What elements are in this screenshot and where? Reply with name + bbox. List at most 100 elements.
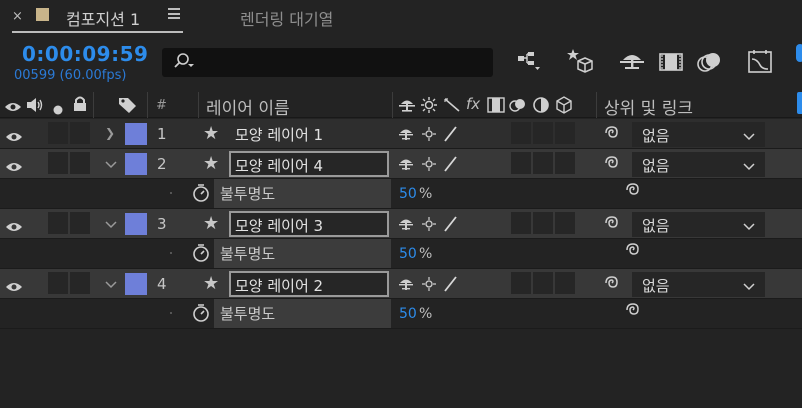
label-color-swatch[interactable] (125, 153, 147, 175)
switch-box[interactable] (533, 122, 553, 144)
motion-blur-icon[interactable] (694, 47, 724, 77)
pickwhip-icon[interactable] (603, 154, 621, 176)
star-icon: ★ (203, 153, 220, 174)
tab-render-queue[interactable]: 렌더링 대기열 (240, 6, 333, 30)
property-row[interactable]: 불투명도 50 % (0, 299, 802, 329)
shy-icon[interactable] (617, 47, 647, 77)
stopwatch-icon[interactable] (192, 303, 210, 327)
chevron-down-icon[interactable] (105, 218, 117, 232)
property-name: 불투명도 (220, 305, 276, 323)
panel-edge-control[interactable] (796, 44, 802, 62)
adjustment-layer-icon[interactable] (532, 96, 550, 118)
layer-name[interactable]: 모양 레이어 3 (229, 211, 389, 237)
solo-icon[interactable] (53, 100, 63, 119)
shy-icon[interactable] (398, 96, 416, 118)
parent-dropdown[interactable]: 없음 (632, 122, 765, 147)
motion-blur-icon[interactable] (508, 96, 528, 118)
chevron-right-icon[interactable]: ❯ (105, 126, 115, 140)
panel-edge-control[interactable] (797, 92, 802, 114)
stopwatch-icon[interactable] (192, 243, 210, 267)
switch-box[interactable] (533, 272, 553, 294)
switch-box[interactable] (555, 152, 575, 174)
switch-box[interactable] (555, 122, 575, 144)
chevron-down-icon[interactable] (105, 278, 117, 292)
layer-row[interactable]: 3 ★ 모양 레이어 3 없음 (0, 209, 802, 239)
label-color-swatch[interactable] (125, 273, 147, 295)
flowchart-icon[interactable] (514, 47, 544, 77)
lock-toggle[interactable] (70, 272, 90, 294)
frame-blend-icon[interactable] (656, 47, 686, 77)
frame-blend-icon[interactable] (487, 96, 505, 118)
layer-row[interactable]: 4 ★ 모양 레이어 2 없음 (0, 269, 802, 299)
tab-composition[interactable]: 컴포지션 1 (66, 6, 140, 30)
column-separator (392, 92, 393, 118)
switch-box[interactable] (533, 152, 553, 174)
switch-box[interactable] (511, 272, 531, 294)
close-icon[interactable]: × (12, 9, 23, 24)
lock-toggle[interactable] (70, 212, 90, 234)
layer-row[interactable]: 2 ★ 모양 레이어 4 없음 (0, 149, 802, 179)
parent-dropdown[interactable]: 없음 (632, 212, 765, 237)
quality-icon[interactable] (443, 97, 461, 117)
parent-dropdown[interactable]: 없음 (632, 152, 765, 177)
draft-3d-icon[interactable] (565, 47, 595, 77)
pickwhip-icon[interactable] (624, 301, 642, 323)
solo-toggle[interactable] (48, 122, 68, 144)
switch-box[interactable] (555, 212, 575, 234)
column-separator (147, 92, 148, 118)
layer-name[interactable]: 모양 레이어 1 (229, 121, 389, 147)
audio-icon[interactable] (26, 97, 44, 117)
lock-toggle[interactable] (70, 122, 90, 144)
column-parent-link[interactable]: 상위 및 링크 (604, 94, 693, 119)
pickwhip-icon[interactable] (624, 181, 642, 203)
opacity-value[interactable]: 50 (399, 246, 417, 262)
switch-box[interactable] (511, 152, 531, 174)
stopwatch-icon[interactable] (192, 183, 210, 207)
pickwhip-icon[interactable] (603, 274, 621, 296)
layer-switches (398, 154, 458, 178)
label-color-swatch[interactable] (125, 213, 147, 235)
switch-box[interactable] (511, 212, 531, 234)
lock-icon[interactable] (73, 96, 87, 116)
switch-box[interactable] (511, 122, 531, 144)
panel-menu-icon[interactable] (168, 8, 180, 19)
property-name: 불투명도 (220, 245, 276, 263)
label-color-swatch[interactable] (125, 123, 147, 145)
solo-toggle[interactable] (48, 152, 68, 174)
chevron-down-icon[interactable] (105, 158, 117, 172)
current-time-display[interactable]: 0:00:09:59 (22, 42, 148, 66)
eye-icon[interactable] (5, 128, 23, 147)
layer-name[interactable]: 모양 레이어 2 (229, 271, 389, 297)
eye-icon[interactable] (5, 218, 23, 237)
layer-name[interactable]: 모양 레이어 4 (229, 151, 389, 177)
collapse-transform-icon[interactable] (420, 96, 438, 118)
layer-switches (398, 214, 458, 238)
pickwhip-icon[interactable] (603, 214, 621, 236)
eye-icon[interactable] (4, 98, 22, 117)
opacity-value[interactable]: 50 (399, 186, 417, 202)
indent-marker (170, 312, 172, 314)
layer-row[interactable]: ❯ 1 ★ 모양 레이어 1 없음 (0, 119, 802, 149)
parent-dropdown[interactable]: 없음 (632, 272, 765, 297)
column-layer-name[interactable]: 레이어 이름 (206, 94, 290, 119)
lock-toggle[interactable] (70, 152, 90, 174)
opacity-unit: % (419, 306, 433, 322)
opacity-value[interactable]: 50 (399, 306, 417, 322)
property-row[interactable]: 불투명도 50 % (0, 239, 802, 269)
column-separator (93, 92, 94, 118)
3d-layer-icon[interactable] (555, 95, 573, 119)
switch-box[interactable] (533, 212, 553, 234)
pickwhip-icon[interactable] (603, 124, 621, 146)
solo-toggle[interactable] (48, 272, 68, 294)
graph-editor-icon[interactable] (745, 47, 775, 77)
search-input[interactable] (162, 48, 493, 77)
pickwhip-icon[interactable] (624, 241, 642, 263)
property-row[interactable]: 불투명도 50 % (0, 179, 802, 209)
eye-icon[interactable] (5, 158, 23, 177)
eye-icon[interactable] (5, 278, 23, 297)
solo-toggle[interactable] (48, 212, 68, 234)
effects-column-icon[interactable]: fx (466, 95, 480, 113)
label-tag-icon[interactable] (118, 96, 138, 118)
switch-box[interactable] (555, 272, 575, 294)
column-number[interactable]: # (156, 98, 167, 113)
